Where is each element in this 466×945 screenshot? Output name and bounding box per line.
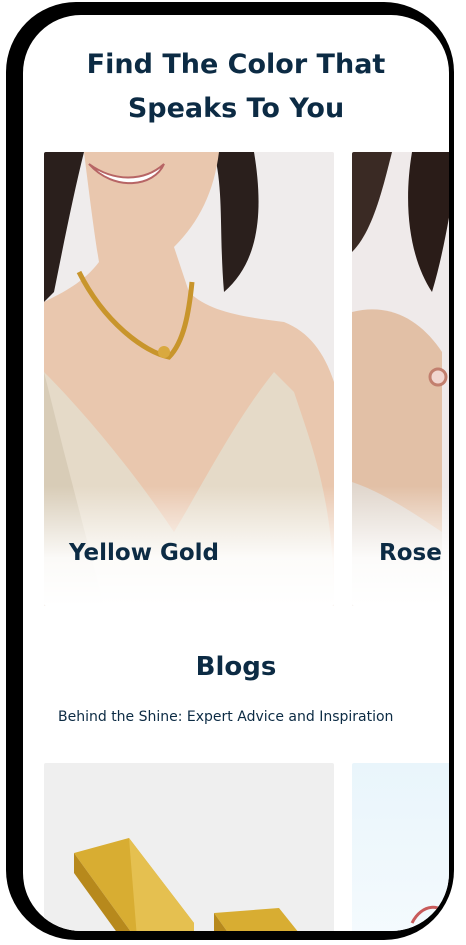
section-title: Find The Color That Speaks To You xyxy=(23,43,449,131)
phone-frame: Find The Color That Speaks To You Yellow… xyxy=(6,2,454,940)
section-title-line2: Speaks To You xyxy=(127,93,345,124)
color-card-label: Rose Gold xyxy=(379,540,449,566)
color-card-yellow-gold[interactable]: Yellow Gold xyxy=(44,152,334,606)
blogs-subtitle: Behind the Shine: Expert Advice and Insp… xyxy=(58,709,394,725)
color-carousel[interactable]: Yellow Gold Rose Gold xyxy=(44,152,449,606)
phone-screen: Find The Color That Speaks To You Yellow… xyxy=(23,15,449,931)
gold-bars-image xyxy=(74,838,298,931)
volume-up-button xyxy=(6,252,16,322)
color-card-label: Yellow Gold xyxy=(69,540,219,566)
side-button xyxy=(6,182,16,218)
section-title-line1: Find The Color That xyxy=(86,49,386,80)
volume-down-button xyxy=(6,342,16,412)
color-card-rose-gold[interactable]: Rose Gold xyxy=(352,152,449,606)
blog-carousel[interactable] xyxy=(44,763,449,931)
blogs-heading: Blogs xyxy=(195,652,277,682)
blog-card[interactable] xyxy=(352,763,449,931)
jewelry-image xyxy=(410,905,449,924)
blog-card[interactable] xyxy=(44,763,334,931)
